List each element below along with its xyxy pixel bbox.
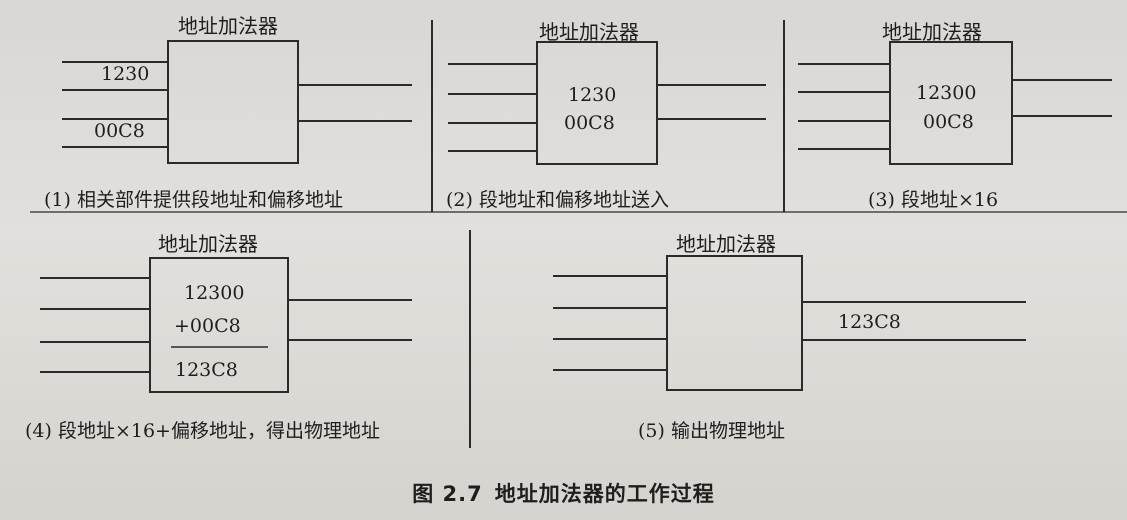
offset-addend-value: +00C8 (174, 315, 241, 337)
figure-stage: 地址加法器 地址加法器 地址加法器 地址加法器 地址加法器 1230 00C8 … (0, 0, 1127, 520)
adder-title-4: 地址加法器 (158, 232, 258, 256)
segment-address-value: 1230 (568, 84, 617, 106)
adder-title-2: 地址加法器 (539, 20, 639, 44)
figure-number: 图 2.7 (412, 482, 483, 506)
caption-step-5: (5) 输出物理地址 (638, 420, 785, 442)
adder-title-3: 地址加法器 (882, 20, 982, 44)
caption-step-3: (3) 段地址×16 (868, 189, 999, 211)
caption-step-4: (4) 段地址×16+偏移地址，得出物理地址 (25, 420, 380, 442)
offset-address-input: 00C8 (94, 120, 145, 142)
physical-address-sum: 123C8 (175, 359, 238, 381)
figure-caption: 图 2.7 地址加法器的工作过程 (0, 478, 1127, 508)
caption-step-2: (2) 段地址和偏移地址送入 (446, 189, 669, 211)
adder-title-5: 地址加法器 (676, 232, 776, 256)
offset-address-value: 00C8 (923, 111, 974, 133)
segment-address-input: 1230 (101, 63, 150, 85)
adder-title-1: 地址加法器 (178, 14, 278, 38)
shifted-segment-value: 12300 (916, 82, 977, 104)
caption-step-1: (1) 相关部件提供段地址和偏移地址 (44, 189, 343, 211)
physical-address-output: 123C8 (838, 311, 901, 333)
offset-address-value: 00C8 (564, 112, 615, 134)
adder-box-5 (666, 255, 803, 391)
adder-box-1 (167, 40, 299, 164)
figure-title: 地址加法器的工作过程 (494, 482, 715, 506)
shifted-segment-value: 12300 (184, 282, 245, 304)
